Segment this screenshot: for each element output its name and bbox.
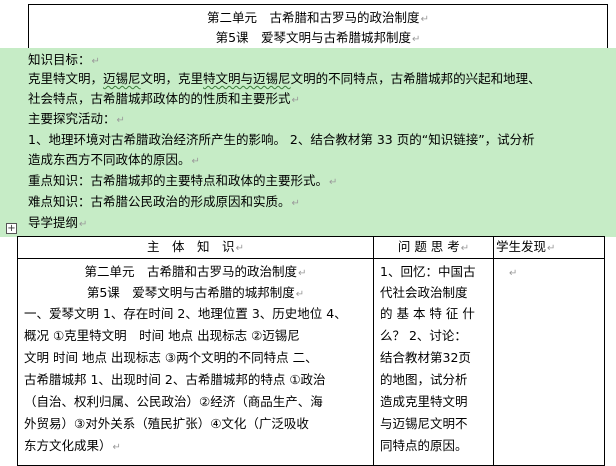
- col2-body-line: 结合教材第32页: [380, 350, 471, 365]
- col3-empty-cell[interactable]: ↵: [508, 262, 517, 284]
- lesson-title: 第5课 爱琴文明与古希腊城邦制度↵: [215, 30, 421, 45]
- col2-body-line: 么？ 2、讨论：: [380, 328, 467, 343]
- guide-table: 主 体 知 识↵ 问 题 思 考↵ 学生发现↵ 第二单元 古希腊和古罗马的政治制…: [17, 236, 605, 466]
- inquiry-line-1: 1、地理环境对古希腊政治经济所产生的影响。 2、结合教材第 33 页的“知识链接…: [28, 132, 535, 147]
- table-header-main: 主 体 知 识↵: [147, 239, 244, 254]
- table-header-findings: 学生发现↵: [496, 239, 556, 254]
- col1-body-line: 古希腊城邦 1、出现时间 2、古希腊城邦的特点 ①政治: [24, 372, 326, 387]
- col1-body-line: 概况 ①克里特文明 时间 地点 出现标志 ②迈锡尼: [24, 328, 300, 343]
- col1-lesson-title: 第5课 爱琴文明与古希腊的城邦制度↵: [86, 285, 305, 300]
- col2-body-line: 的地图，试分析: [380, 372, 468, 387]
- inquiry-label: 主要探究活动：↵: [28, 111, 125, 126]
- col2-body-line: 的 基 本 特 征 什: [380, 306, 475, 321]
- col1-unit-title: 第二单元 古希腊和古罗马的政治制度↵: [84, 264, 307, 279]
- table-col-divider-2: [493, 237, 494, 465]
- col1-body-line: 外贸易）③对外关系（殖民扩张）④文化（广泛吸收: [24, 416, 309, 431]
- table-move-handle[interactable]: +: [6, 223, 17, 234]
- guide-label: 导学提纲↵: [28, 215, 88, 230]
- col1-body-line: （自治、权利归属、公民政治）②经济（商品生产、海: [24, 394, 323, 409]
- objectives-label: 知识目标：↵: [28, 52, 100, 67]
- difficult-points: 难点知识：古希腊公民政治的形成原因和实质。↵: [28, 194, 300, 209]
- col1-body-line: 东方文化成果）↵: [24, 438, 121, 453]
- col2-body-line: 与迈锡尼文明不: [380, 416, 468, 431]
- unit-title: 第二单元 古希腊和古罗马的政治制度↵: [207, 10, 429, 25]
- header-box: 第二单元 古希腊和古罗马的政治制度↵ 第5课 爱琴文明与古希腊城邦制度↵: [28, 4, 608, 48]
- table-col-divider-1: [373, 237, 374, 465]
- col2-body-line: 造成克里特文明: [380, 394, 468, 409]
- objectives-line-1: 克里特文明，迈锡尼文明，克里特文明与迈锡尼文明的不同特点，古希腊城邦的兴起和地理…: [28, 71, 541, 86]
- col2-body-line: 1、回忆：中国古: [380, 264, 476, 279]
- col1-body-line: 一、爱琴文明 1、存在时间 2、地理位置 3、历史地位 4、: [24, 306, 347, 321]
- table-header-questions: 问 题 思 考↵: [397, 239, 470, 254]
- key-points: 重点知识：古希腊城邦的主要特点和政体的主要形式。↵: [28, 173, 338, 188]
- table-header-divider: [18, 258, 604, 259]
- col2-body-line: 代社会政治制度: [380, 285, 468, 300]
- objectives-section: 知识目标：↵ 克里特文明，迈锡尼文明，克里特文明与迈锡尼文明的不同特点，古希腊城…: [0, 48, 616, 237]
- inquiry-line-2: 造成东西方不同政体的原因。↵: [28, 152, 200, 167]
- col1-body-line: 文明 时间 地点 出现标志 ③两个文明的不同特点 二、: [24, 350, 318, 365]
- objectives-line-2: 社会特点，古希腊城邦政体的的性质和主要形式↵: [28, 91, 300, 106]
- col2-body-line: 同特点的原因。: [380, 438, 468, 453]
